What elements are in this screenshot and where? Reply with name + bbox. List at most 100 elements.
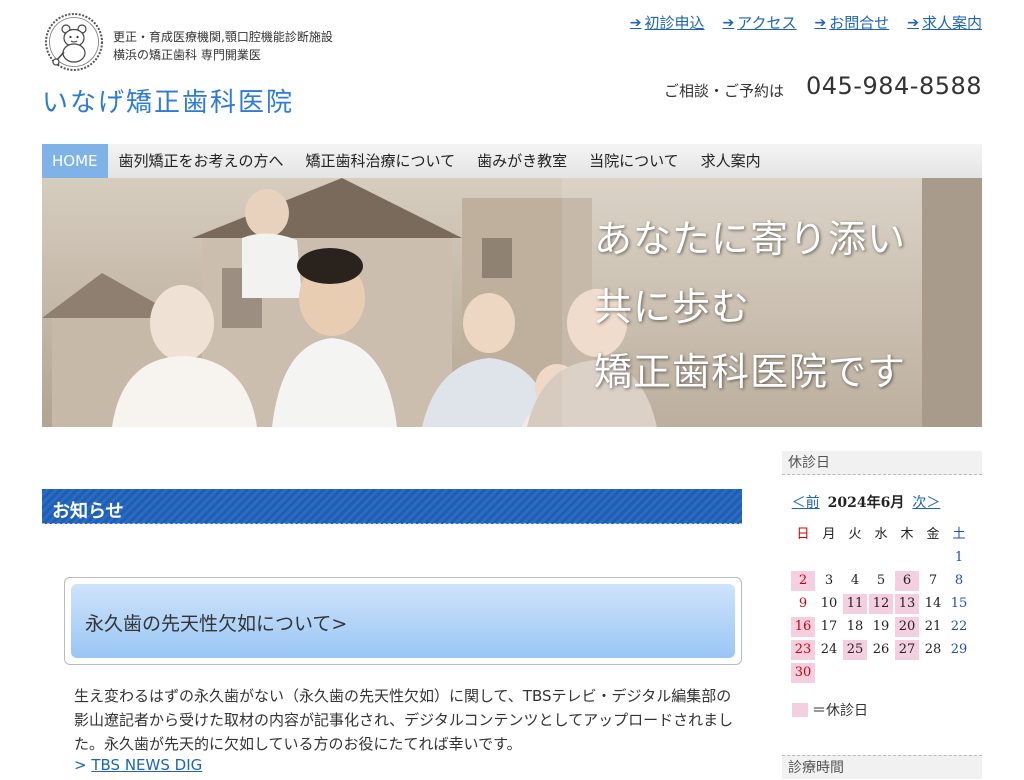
calendar-day: 17 [816, 615, 842, 638]
calendar-day-number: 26 [872, 642, 890, 657]
calendar-week-row: 23 4 567 8 [790, 569, 972, 592]
calendar-day-number: 16 [791, 617, 815, 637]
calendar-day: 12 [868, 592, 894, 615]
calendar-day-number: 15 [950, 596, 968, 611]
nav-item-brushing-class[interactable]: 歯みがき教室 [466, 144, 578, 178]
calendar-day-number: 27 [895, 640, 919, 660]
calendar-day-number: 9 [798, 596, 808, 611]
calendar-day-number: 4 [850, 573, 860, 588]
calendar-day: 9 [790, 592, 816, 615]
nav-item-about[interactable]: 当院について [578, 144, 690, 178]
calendar-day: 2 [790, 569, 816, 592]
weekday-fri: 金 [926, 527, 940, 542]
calendar-week-row: 23 24 25 26 27 28 29 [790, 638, 972, 661]
arrow-right-icon: ➔ [907, 14, 919, 31]
calendar-day [946, 661, 972, 684]
arrow-right-icon: ➔ [814, 14, 827, 31]
nav-item-recruit[interactable]: 求人案内 [690, 144, 772, 178]
calendar-day: 26 [868, 638, 894, 661]
calendar-week-row: 1 [790, 546, 972, 569]
calendar-day-number: 13 [895, 594, 919, 614]
calendar-day [894, 546, 920, 569]
calendar-day [920, 546, 946, 569]
calendar-next-link[interactable]: 次＞ [912, 492, 940, 512]
site-title[interactable]: いなげ矯正歯科医院 [42, 82, 294, 119]
calendar-day: 8 [946, 569, 972, 592]
calendar-day: 3 [816, 569, 842, 592]
calendar-day-number: 23 [791, 640, 815, 660]
hero-line3: 矯正歯科医院です [594, 350, 907, 394]
calendar-day-number: 24 [820, 642, 838, 657]
news-section-header: お知らせ [42, 489, 742, 524]
calendar-day: 24 [816, 638, 842, 661]
calendar-day [894, 661, 920, 684]
arrow-right-icon: ➔ [722, 14, 735, 31]
calendar-day: 22 [946, 615, 972, 638]
calendar-day-number: 8 [954, 573, 964, 588]
article-body: 生え変わるはずの永久歯がない（永久歯の先天性欠如）に関して、TBSテレビ・デジタ… [74, 687, 734, 753]
calendar-day [842, 661, 868, 684]
calendar-nav: ＜前 2024年6月 次＞ [782, 492, 950, 512]
top-link-label: お問合せ [829, 14, 890, 32]
article-card[interactable]: 永久歯の先天性欠如について> [64, 577, 742, 665]
bear-logo-icon[interactable] [44, 12, 104, 72]
calendar-day: 6 [894, 569, 920, 592]
calendar-day-number: 5 [876, 573, 886, 588]
legend-text: ＝休診日 [812, 703, 868, 719]
calendar-prev-link[interactable]: ＜前 [792, 492, 820, 512]
calendar-day [868, 546, 894, 569]
calendar-legend: ＝休診日 [792, 700, 868, 720]
calendar-weekday-row: 日 月 火 水 木 金 土 [790, 523, 972, 546]
calendar-day-number: 1 [954, 550, 964, 565]
calendar-day-number: 20 [895, 617, 919, 637]
top-link-label: 初診申込 [644, 14, 705, 32]
hero-line2: 共に歩む [594, 285, 751, 329]
calendar-day: 1 [946, 546, 972, 569]
top-link-access[interactable]: ➔ アクセス [723, 12, 797, 33]
calendar-day: 15 [946, 592, 972, 615]
calendar-days: 1 2 3 4 5 6 7 8 9 10 11 12 13 14 15 16 17 18 19 20 21 22 23 24 2… [790, 546, 972, 684]
calendar-day-number: 2 [791, 571, 815, 591]
calendar-day: 7 [920, 569, 946, 592]
main-nav: HOME 歯列矯正をお考えの方へ 矯正歯科治療について 歯みがき教室 当院につい… [42, 144, 982, 178]
calendar-day: 11 [842, 592, 868, 615]
calendar-day: 21 [920, 615, 946, 638]
top-link-first-visit[interactable]: ➔ 初診申込 [630, 12, 705, 33]
top-link-contact[interactable]: ➔ お問合せ [815, 12, 890, 33]
contact-label: ご相談・ご予約は [664, 82, 785, 100]
closed-days-title: 休診日 [782, 451, 982, 475]
top-link-recruit[interactable]: ➔ 求人案内 [907, 12, 982, 33]
calendar-week-row: 30 [790, 661, 972, 684]
nav-item-home[interactable]: HOME [42, 144, 108, 178]
link-prefix: > [74, 756, 87, 774]
calendar-day: 27 [894, 638, 920, 661]
calendar-day-number: 6 [895, 571, 919, 591]
top-link-label: 求人案内 [921, 14, 982, 32]
link-text: TBS NEWS DIG [91, 756, 203, 774]
weekday-wed: 水 [874, 527, 888, 542]
article-heading[interactable]: 永久歯の先天性欠如について> [85, 609, 347, 636]
calendar-day [920, 661, 946, 684]
calendar-day-number: 25 [843, 640, 867, 660]
calendar-day: 25 [842, 638, 868, 661]
hero-line1: あなたに寄り添い [594, 217, 907, 261]
nav-item-treatment[interactable]: 矯正歯科治療について [295, 144, 467, 178]
calendar: 日 月 火 水 木 金 土 1 2 3 4 5 6 7 8 9 10 11 12 13 14 15 16 17 1… [790, 523, 972, 684]
calendar-day-number: 21 [924, 619, 942, 634]
closed-day-swatch [792, 703, 808, 717]
tbs-news-link[interactable]: > TBS NEWS DIG [74, 756, 202, 774]
calendar-day [816, 546, 842, 569]
calendar-day: 16 [790, 615, 816, 638]
calendar-day [868, 661, 894, 684]
calendar-day: 10 [816, 592, 842, 615]
phone-number[interactable]: 045-984-8588 [806, 72, 982, 100]
top-links: ➔ 初診申込 ➔ アクセス ➔ お問合せ ➔ 求人案内 [630, 12, 982, 33]
calendar-week-row: 16 17 18 19 20 21 22 [790, 615, 972, 638]
nav-item-orthodontics-guide[interactable]: 歯列矯正をお考えの方へ [108, 144, 295, 178]
calendar-day-number: 19 [872, 619, 890, 634]
calendar-day-number: 10 [820, 596, 838, 611]
weekday-tue: 火 [848, 527, 862, 542]
calendar-day: 30 [790, 661, 816, 684]
calendar-day-number: 11 [843, 594, 867, 614]
calendar-day: 19 [868, 615, 894, 638]
